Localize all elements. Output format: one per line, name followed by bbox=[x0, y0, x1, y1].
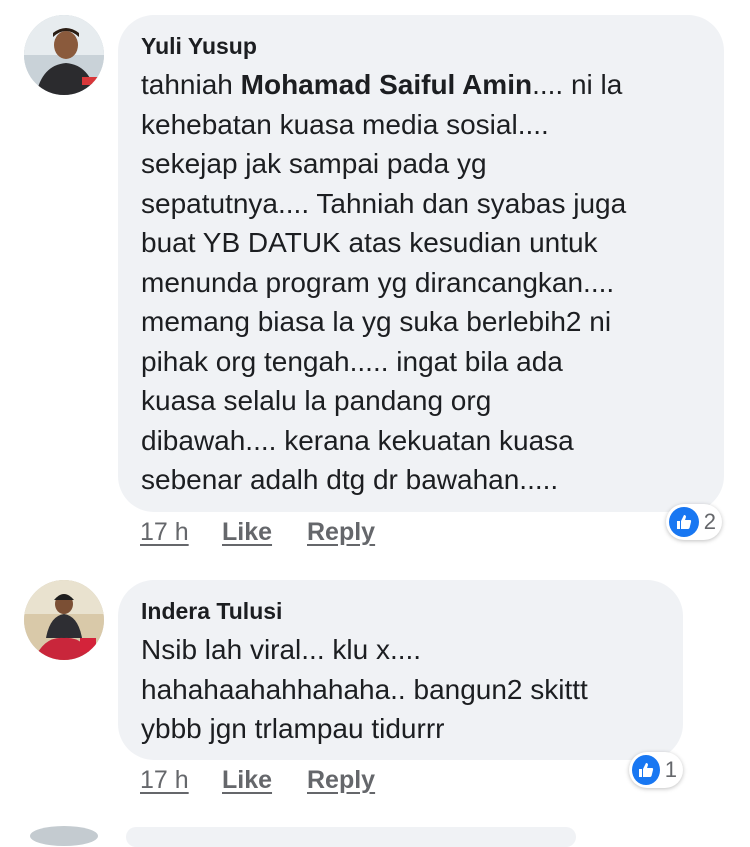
reaction-count: 1 bbox=[664, 757, 677, 782]
like-button[interactable]: Like bbox=[222, 766, 272, 795]
mention-link[interactable]: Mohamad Saiful Amin bbox=[241, 69, 532, 100]
text-fragment: .... ni la bbox=[532, 69, 623, 100]
like-button[interactable]: Like bbox=[222, 518, 272, 547]
avatar[interactable] bbox=[24, 15, 104, 95]
avatar[interactable] bbox=[24, 580, 104, 660]
reaction-summary[interactable]: 2 bbox=[666, 504, 722, 540]
comment-line: sebenar adalh dtg dr bawahan..... bbox=[141, 464, 559, 495]
comment-line: pihak org tengah..... ingat bila ada bbox=[141, 345, 563, 377]
reaction-count: 2 bbox=[703, 509, 716, 534]
comment-line: ybbb jgn trlampau tidurrr bbox=[141, 713, 445, 744]
comment-text: tahniah Mohamad Saiful Amin.... ni la ke… bbox=[141, 65, 702, 500]
comment-bubble: Yuli Yusup tahniah Mohamad Saiful Amin..… bbox=[118, 15, 724, 512]
timestamp-link[interactable]: 17 h bbox=[140, 518, 189, 547]
timestamp-link[interactable]: 17 h bbox=[140, 766, 189, 795]
comment-author[interactable]: Yuli Yusup bbox=[141, 32, 702, 60]
comment-line: sepatutnya.... Tahniah dan syabas juga bbox=[141, 187, 627, 219]
comment-line: hahahaahahhahaha.. bangun2 skittt bbox=[141, 673, 588, 705]
comment-text: Nsib lah viral... klu x.... hahahaahahha… bbox=[141, 630, 661, 749]
comment-line: memang biasa la yg suka berlebih2 ni bbox=[141, 306, 612, 337]
comment-line: dibawah.... kerana kekuatan kuasa bbox=[141, 424, 574, 456]
avatar-photo bbox=[24, 580, 104, 660]
comment-line: buat YB DATUK atas kesudian untuk bbox=[141, 227, 598, 258]
comment-line: sekejap jak sampai pada yg bbox=[141, 148, 487, 179]
reaction-summary[interactable]: 1 bbox=[629, 752, 683, 788]
avatar-photo bbox=[24, 15, 104, 95]
reply-button[interactable]: Reply bbox=[307, 518, 375, 547]
next-comment-avatar-partial bbox=[30, 826, 98, 846]
reply-button[interactable]: Reply bbox=[307, 766, 375, 795]
like-thumb-icon bbox=[632, 755, 660, 785]
text-fragment: tahniah bbox=[141, 69, 241, 100]
comment-line: tahniah Mohamad Saiful Amin.... ni la bbox=[141, 65, 702, 105]
comment-bubble: Indera Tulusi Nsib lah viral... klu x...… bbox=[118, 580, 683, 760]
comment-line: Nsib lah viral... klu x.... bbox=[141, 634, 422, 665]
comment-line: menunda program yg dirancangkan.... bbox=[141, 266, 615, 298]
comment-line: kehebatan kuasa media sosial.... bbox=[141, 108, 549, 140]
comment-line: kuasa selalu la pandang org bbox=[141, 385, 492, 416]
like-thumb-icon bbox=[669, 507, 699, 537]
next-comment-bubble-partial bbox=[126, 827, 576, 847]
comment-author[interactable]: Indera Tulusi bbox=[141, 597, 661, 625]
